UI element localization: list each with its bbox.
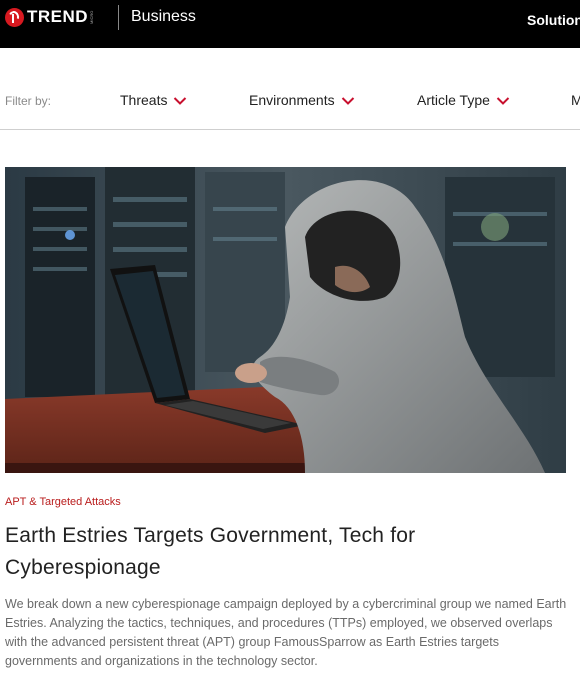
trend-micro-logo[interactable]: TREND MICRO [5, 7, 94, 27]
brand-name: TREND [27, 7, 89, 26]
filter-article-type-label: Article Type [417, 92, 490, 108]
filter-environments-label: Environments [249, 92, 335, 108]
hooded-hacker-image [5, 167, 566, 473]
chevron-down-icon [341, 96, 355, 106]
filter-threats-dropdown[interactable]: Threats [120, 92, 187, 109]
trend-logo-icon [5, 7, 24, 27]
filter-more-label: M [571, 92, 580, 109]
top-header: TREND MICRO Business Solution [0, 0, 580, 48]
filter-environments-dropdown[interactable]: Environments [249, 92, 355, 109]
chevron-down-icon [173, 96, 187, 106]
nav-item-solutions[interactable]: Solution [527, 12, 580, 29]
article-hero-image[interactable] [5, 167, 566, 473]
article-title-link[interactable]: Earth Estries Targets Government, Tech f… [5, 520, 565, 584]
filter-more-dropdown[interactable]: M [571, 92, 580, 109]
filter-threats-label: Threats [120, 92, 168, 108]
header-divider [118, 5, 119, 30]
filter-article-type-dropdown[interactable]: Article Type [417, 92, 510, 109]
chevron-down-icon [496, 96, 510, 106]
filter-label: Filter by: [5, 94, 52, 108]
section-link-business[interactable]: Business [131, 7, 196, 27]
filter-bar: Filter by: Threats Environments Article … [0, 48, 580, 130]
article-category-link[interactable]: APT & Targeted Attacks [5, 495, 121, 509]
article-summary: We break down a new cyberespionage campa… [5, 597, 567, 668]
brand-small: MICRO [90, 10, 95, 24]
